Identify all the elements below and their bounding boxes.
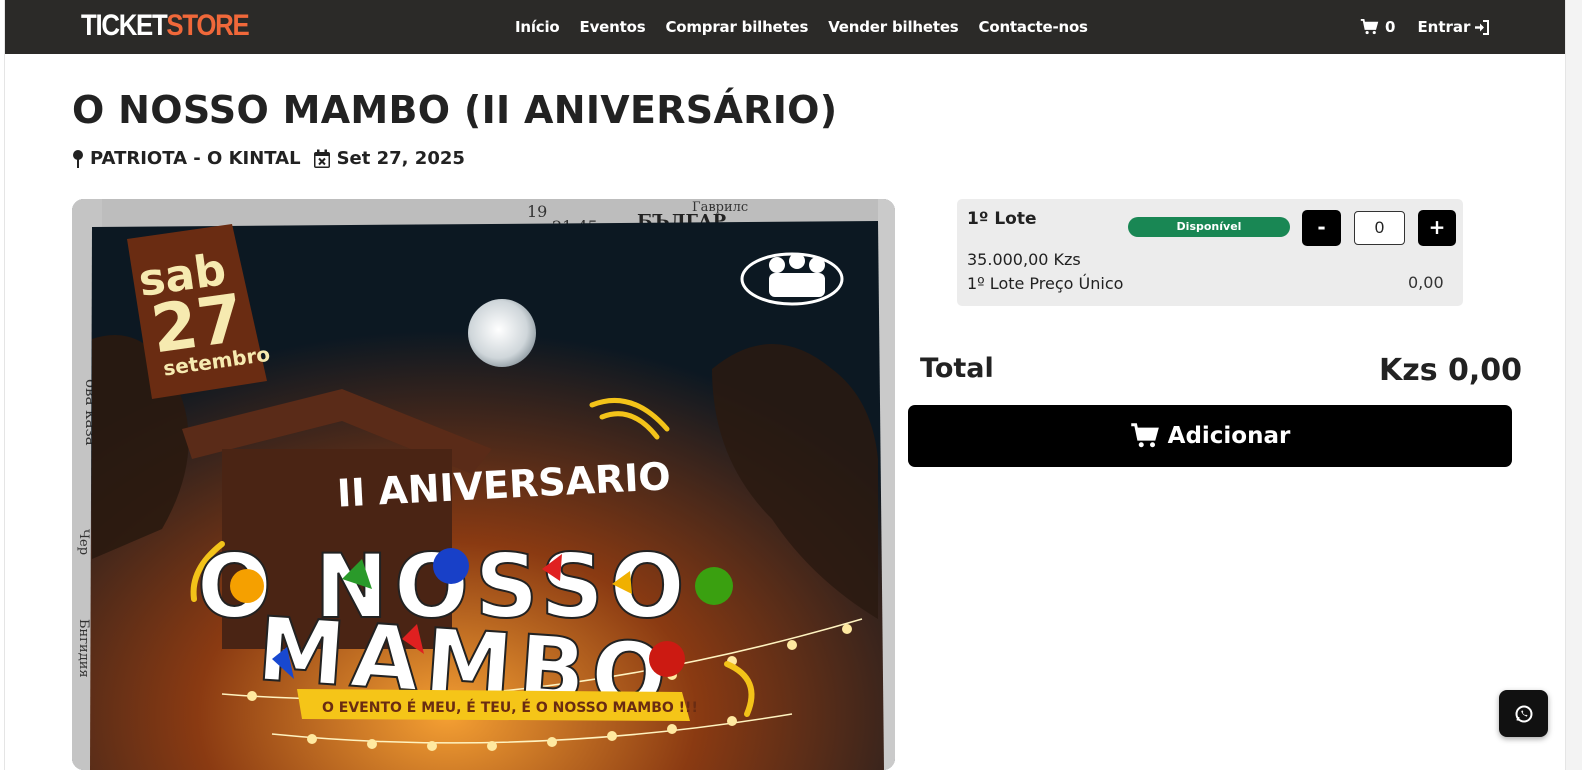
event-date: Set 27, 2025 xyxy=(313,148,465,169)
event-meta: PATRIOTA - O KINTAL Set 27, 2025 xyxy=(72,148,477,169)
nav-eventos[interactable]: Eventos xyxy=(580,18,646,36)
add-to-cart-button[interactable]: Adicionar xyxy=(908,405,1512,467)
cart-icon xyxy=(1360,19,1379,35)
increase-quantity-button[interactable]: + xyxy=(1418,210,1456,246)
lote-price: 35.000,00 Kzs xyxy=(967,250,1081,269)
newspaper-fragment: Гаврилс xyxy=(692,200,748,215)
event-title: O NOSSO MAMBO (II ANIVERSÁRIO) xyxy=(72,88,838,132)
cart-button[interactable]: 0 xyxy=(1360,18,1395,36)
nav-inicio[interactable]: Início xyxy=(515,18,560,36)
newspaper-fragment: 19 xyxy=(527,202,547,221)
sign-in-icon xyxy=(1475,19,1490,35)
map-pin-icon xyxy=(73,149,83,168)
newspaper-fragment: Бнгидия xyxy=(76,619,91,678)
total-label: Total xyxy=(920,353,994,384)
calendar-x-icon xyxy=(313,149,330,168)
lote-subtotal: 0,00 xyxy=(1408,273,1444,292)
status-badge: Disponível xyxy=(1128,217,1290,237)
main-nav: Início Eventos Comprar bilhetes Vender b… xyxy=(515,0,1088,54)
quantity-input[interactable] xyxy=(1354,211,1405,245)
decrease-quantity-button[interactable]: - xyxy=(1302,210,1341,246)
nav-contacte-nos[interactable]: Contacte-nos xyxy=(979,18,1088,36)
login-label: Entrar xyxy=(1417,18,1471,36)
moon-graphic xyxy=(468,299,536,367)
date-text: Set 27, 2025 xyxy=(336,148,465,169)
add-button-label: Adicionar xyxy=(1167,423,1291,449)
page: TICKETSTORE Início Eventos Comprar bilhe… xyxy=(4,0,1566,770)
nav-right: 0 Entrar xyxy=(1360,0,1490,54)
navbar: TICKETSTORE Início Eventos Comprar bilhe… xyxy=(5,0,1565,54)
newspaper-fragment: Чер xyxy=(76,529,91,555)
whatsapp-button[interactable] xyxy=(1499,690,1548,737)
total-value: Kzs 0,00 xyxy=(1379,353,1523,388)
nav-comprar-bilhetes[interactable]: Comprar bilhetes xyxy=(665,18,808,36)
whatsapp-icon xyxy=(1515,705,1532,722)
cart-count: 0 xyxy=(1385,18,1396,36)
poster-tagline: O EVENTO É MEU, É TEU, É O NOSSO MAMBO !… xyxy=(322,699,698,716)
scrollbar-gutter[interactable] xyxy=(1566,0,1582,770)
lote-description: 1º Lote Preço Único xyxy=(967,274,1124,293)
poster-art: 19 21.45 БЪЛГАР Гаврилс ова каза Чер Бнг… xyxy=(72,199,895,770)
ticket-lot-card: 1º Lote Disponível - + 35.000,00 Kzs 1º … xyxy=(957,199,1463,306)
logo-text-store: STORE xyxy=(166,9,249,42)
event-poster: 19 21.45 БЪЛГАР Гаврилс ова каза Чер Бнг… xyxy=(72,199,895,770)
nav-vender-bilhetes[interactable]: Vender bilhetes xyxy=(828,18,959,36)
cart-icon xyxy=(1130,423,1159,448)
logo-text-ticket: TICKET xyxy=(81,9,168,42)
lote-name: 1º Lote xyxy=(967,209,1037,229)
login-button[interactable]: Entrar xyxy=(1417,18,1490,36)
venue-text: PATRIOTA - O KINTAL xyxy=(90,148,301,169)
event-venue: PATRIOTA - O KINTAL xyxy=(72,148,301,169)
site-logo[interactable]: TICKETSTORE xyxy=(81,8,250,44)
